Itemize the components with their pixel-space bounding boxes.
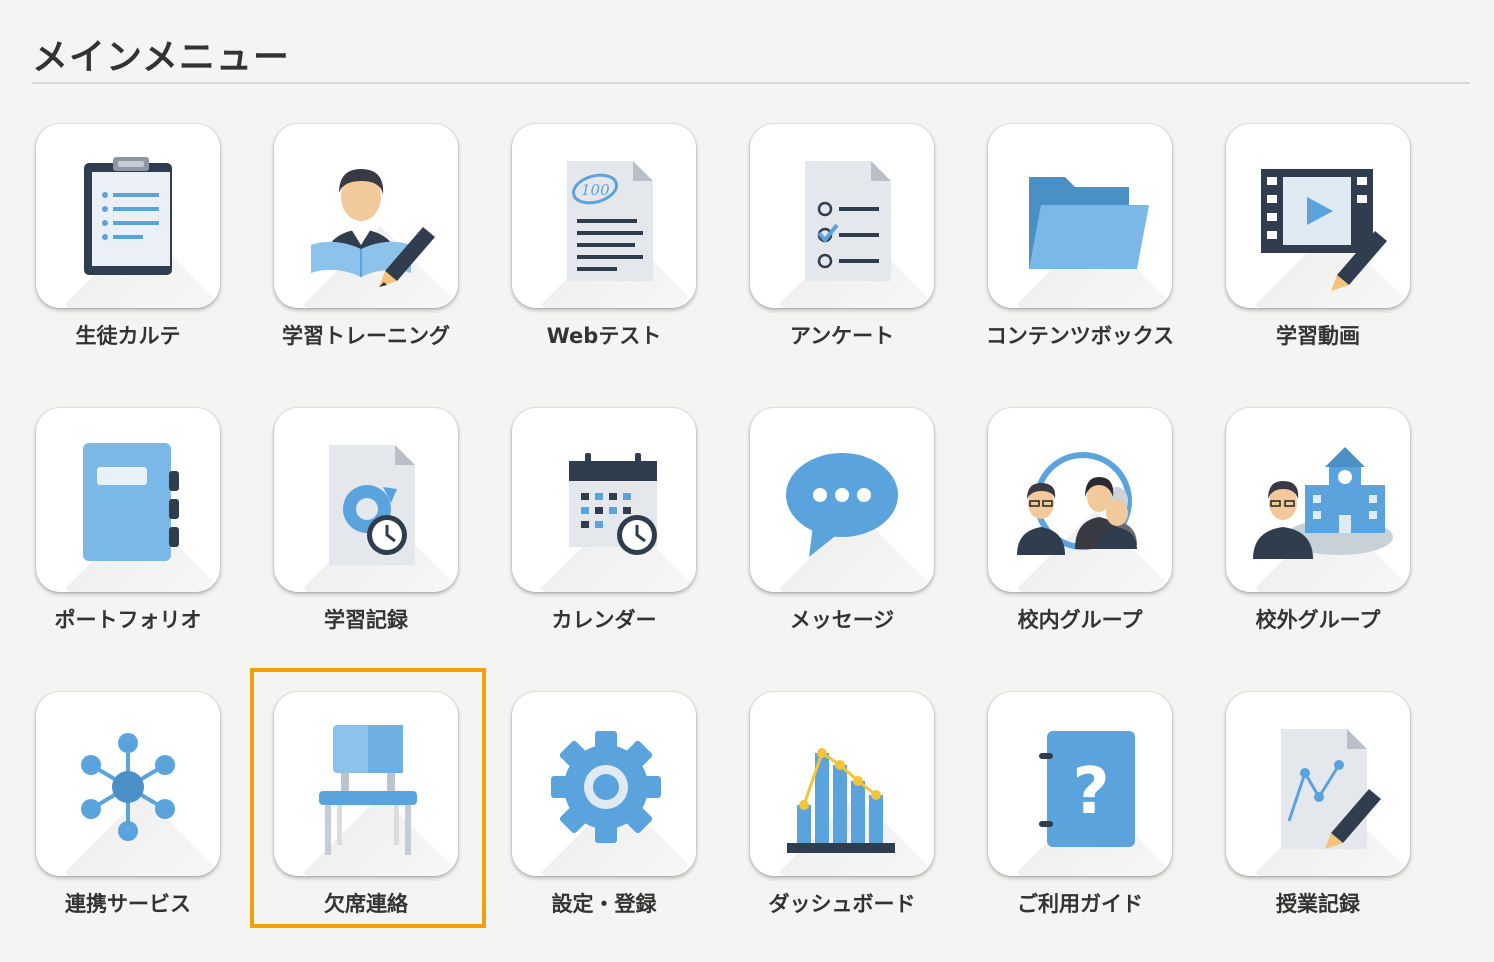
menu-item-external-group[interactable]: 校外グループ	[1226, 408, 1414, 678]
clipboard-icon	[84, 157, 172, 275]
menu-item-icon-box[interactable]: 100	[512, 124, 696, 308]
menu-item-label: 授業記録	[1276, 892, 1360, 916]
menu-item-absence-notice[interactable]: 欠席連絡	[274, 692, 462, 962]
menu-item-contents-box[interactable]: コンテンツボックス	[986, 124, 1176, 394]
menu-item-label: 校外グループ	[1255, 608, 1381, 632]
menu-item-label: アンケート	[789, 324, 895, 348]
student-writing-icon	[311, 169, 435, 287]
svg-text:100: 100	[581, 181, 610, 199]
help-book-icon: ?	[1039, 731, 1135, 847]
menu-item-survey[interactable]: アンケート	[750, 124, 938, 394]
menu-item-icon-box[interactable]	[1226, 124, 1410, 308]
record-clock-icon	[329, 445, 415, 565]
menu-item-portfolio[interactable]: ポートフォリオ	[36, 408, 224, 678]
menu-item-class-record[interactable]: 授業記録	[1226, 692, 1414, 962]
folder-icon	[1029, 177, 1149, 269]
menu-item-calendar[interactable]: カレンダー	[512, 408, 700, 678]
bar-chart-icon	[787, 748, 895, 853]
menu-item-icon-box[interactable]	[1226, 408, 1410, 592]
menu-item-label: 欠席連絡	[324, 892, 408, 916]
menu-item-icon-box[interactable]	[988, 124, 1172, 308]
svg-text:?: ?	[1072, 755, 1109, 829]
menu-item-icon-box[interactable]	[1226, 692, 1410, 876]
menu-item-icon-box[interactable]	[36, 692, 220, 876]
menu-item-web-test[interactable]: 100 Webテスト	[512, 124, 700, 394]
menu-item-internal-group[interactable]: 校内グループ	[988, 408, 1176, 678]
menu-item-icon-box[interactable]	[750, 692, 934, 876]
chat-bubble-icon	[786, 453, 898, 557]
video-edit-icon	[1261, 169, 1387, 291]
survey-checklist-icon	[805, 161, 891, 281]
menu-item-label: 校内グループ	[1017, 608, 1143, 632]
menu-item-icon-box[interactable]	[36, 124, 220, 308]
test-paper-icon: 100	[567, 161, 653, 281]
menu-item-label: ご利用ガイド	[1017, 892, 1143, 916]
menu-item-label: 連携サービス	[65, 892, 191, 916]
menu-item-label: ポートフォリオ	[54, 608, 202, 632]
menu-item-dashboard[interactable]: ダッシュボード	[750, 692, 938, 962]
menu-item-label: 学習動画	[1276, 324, 1360, 348]
menu-item-learning-video[interactable]: 学習動画	[1226, 124, 1414, 394]
menu-item-icon-box[interactable]	[750, 124, 934, 308]
menu-item-label: ダッシュボード	[768, 892, 916, 916]
menu-item-linked-service[interactable]: 連携サービス	[36, 692, 224, 962]
menu-item-icon-box[interactable]	[36, 408, 220, 592]
network-hub-icon	[81, 733, 175, 841]
menu-item-icon-box[interactable]	[274, 408, 458, 592]
menu-item-icon-box[interactable]	[274, 692, 458, 876]
menu-item-label: 生徒カルテ	[75, 324, 181, 348]
menu-item-label: メッセージ	[789, 608, 895, 632]
page-title: メインメニュー	[32, 37, 290, 78]
menu-item-icon-box[interactable]	[750, 408, 934, 592]
internal-group-icon	[1017, 452, 1137, 555]
menu-item-label: 設定・登録	[551, 892, 657, 916]
menu-item-label: 学習記録	[324, 608, 408, 632]
menu-item-settings[interactable]: 設定・登録	[512, 692, 700, 962]
calendar-icon	[569, 453, 657, 555]
lesson-chart-edit-icon	[1281, 729, 1381, 849]
menu-item-icon-box[interactable]: ?	[988, 692, 1172, 876]
menu-item-user-guide[interactable]: ? ご利用ガイド	[988, 692, 1176, 962]
menu-item-label: カレンダー	[551, 608, 657, 632]
menu-item-label: Webテスト	[546, 324, 662, 348]
chair-icon	[319, 725, 417, 855]
menu-item-student-karte[interactable]: 生徒カルテ	[36, 124, 224, 394]
menu-item-message[interactable]: メッセージ	[750, 408, 938, 678]
menu-item-label: 学習トレーニング	[282, 324, 450, 348]
menu-item-icon-box[interactable]	[988, 408, 1172, 592]
external-group-icon	[1253, 447, 1393, 559]
title-divider	[32, 82, 1470, 84]
menu-item-icon-box[interactable]	[274, 124, 458, 308]
menu-item-learning-record[interactable]: 学習記録	[274, 408, 462, 678]
menu-item-icon-box[interactable]	[512, 408, 696, 592]
menu-item-icon-box[interactable]	[512, 692, 696, 876]
menu-item-learning-training[interactable]: 学習トレーニング	[274, 124, 462, 394]
gear-icon	[551, 731, 661, 843]
notebook-icon	[83, 443, 179, 561]
menu-item-label: コンテンツボックス	[985, 324, 1175, 348]
